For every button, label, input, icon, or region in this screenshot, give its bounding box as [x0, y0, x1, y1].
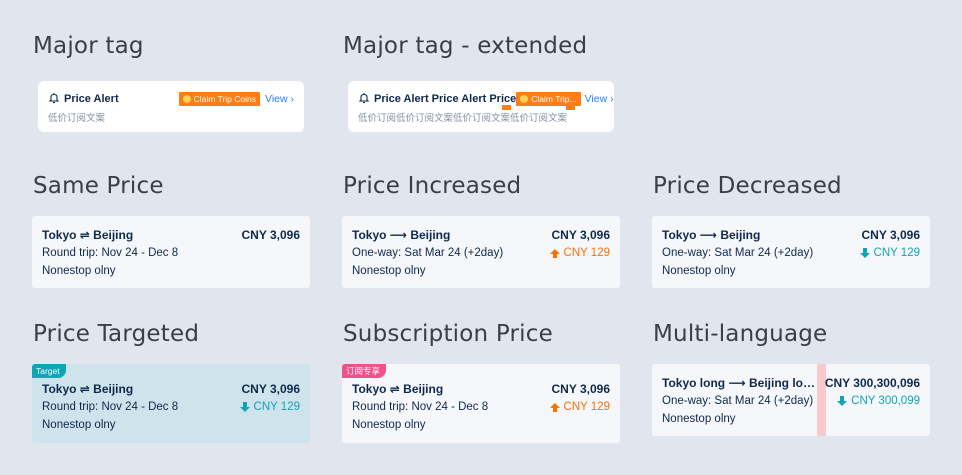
price: CNY 3,096	[241, 382, 300, 396]
price-decreased-card[interactable]: Tokyo ⟶ Beijing CNY 3,096 One-way: Sat M…	[652, 216, 930, 288]
price-targeted-card[interactable]: Target Tokyo ⇌ Beijing CNY 3,096 Round t…	[32, 364, 310, 443]
route: Tokyo long ⟶ Beijing long ...	[662, 376, 822, 390]
stop-info: Nonestop olny	[42, 265, 116, 277]
price: CNY 300,300,096	[824, 376, 920, 390]
stop-info: Nonestop olny	[662, 265, 736, 277]
view-link[interactable]: View ›	[265, 93, 294, 105]
claim-coins-label: Claim Trip...	[531, 94, 577, 104]
route: Tokyo ⇌ Beijing	[352, 382, 444, 396]
route: Tokyo ⟶ Beijing	[662, 228, 761, 242]
price-diff-value: CNY 300,099	[851, 395, 920, 407]
claim-coins-badge[interactable]: Claim Trip Coins	[178, 92, 260, 106]
chevron-right-icon: ›	[610, 93, 614, 105]
arrow-down-icon	[239, 401, 250, 412]
section-title-multi-language: Multi-language	[653, 321, 828, 347]
alert-title: Price Alert Price Alert Price	[374, 93, 517, 105]
alert-title: Price Alert	[64, 93, 119, 105]
trip-dates: One-way: Sat Mar 24 (+2day)	[352, 247, 504, 259]
coin-icon	[182, 95, 191, 103]
route: Tokyo ⟶ Beijing	[352, 228, 451, 242]
price-diff-value: CNY 129	[873, 247, 920, 259]
bell-alert-icon	[48, 92, 60, 107]
section-title-major-tag-extended: Major tag - extended	[343, 33, 588, 59]
claim-coins-badge[interactable]: Claim Trip...	[516, 92, 581, 106]
stop-info: Nonestop olny	[662, 413, 736, 425]
view-link-label: View	[265, 93, 288, 105]
claim-coins-label: Claim Trip Coins	[193, 94, 256, 104]
price: CNY 3,096	[551, 382, 610, 396]
section-title-major-tag: Major tag	[33, 33, 144, 59]
multi-language-card[interactable]: Tokyo long ⟶ Beijing long ... CNY 300,30…	[652, 364, 930, 436]
price: CNY 3,096	[241, 228, 300, 242]
price-diff-value: CNY 129	[253, 401, 300, 413]
arrow-up-icon	[549, 402, 560, 412]
price-diff: CNY 129	[549, 247, 610, 259]
view-link-label: View	[584, 93, 608, 105]
price-alert-card[interactable]: Price Alert Claim Trip Coins View › 低价订阅…	[38, 81, 304, 132]
spacing-marker	[502, 105, 511, 110]
price-diff: CNY 129	[859, 247, 920, 259]
subscription-price-card[interactable]: 订阅专享 Tokyo ⇌ Beijing CNY 3,096 Round tri…	[342, 364, 620, 443]
route: Tokyo ⇌ Beijing	[42, 228, 134, 242]
coin-icon	[520, 95, 529, 103]
alert-description: 低价订阅低价订阅文案低价订阅文案低价订阅文案	[358, 113, 568, 124]
price-diff: CNY 300,099	[837, 395, 920, 407]
trip-dates: One-way: Sat Mar 24 (+2day)	[662, 247, 814, 259]
route: Tokyo ⇌ Beijing	[42, 382, 134, 396]
price-diff: CNY 129	[549, 401, 610, 413]
arrow-down-icon	[837, 395, 848, 406]
price-diff-value: CNY 129	[563, 247, 610, 259]
section-title-price-targeted: Price Targeted	[33, 321, 200, 347]
stop-info: Nonestop olny	[42, 419, 116, 431]
section-title-subscription-price: Subscription Price	[343, 321, 553, 347]
trip-dates: Round trip: Nov 24 - Dec 8	[42, 247, 179, 259]
trip-dates: Round trip: Nov 24 - Dec 8	[42, 401, 179, 413]
arrow-up-icon	[549, 248, 560, 258]
price-increased-card[interactable]: Tokyo ⟶ Beijing CNY 3,096 One-way: Sat M…	[342, 216, 620, 288]
same-price-card[interactable]: Tokyo ⇌ Beijing CNY 3,096 Round trip: No…	[32, 216, 310, 288]
spacing-marker	[566, 105, 575, 110]
section-title-price-increased: Price Increased	[343, 173, 522, 199]
price-diff: CNY 129	[239, 401, 300, 413]
trip-dates: Round trip: Nov 24 - Dec 8	[352, 401, 489, 413]
target-tag: Target	[32, 364, 66, 378]
view-link[interactable]: View ›	[585, 93, 614, 105]
price: CNY 3,096	[861, 228, 920, 242]
price-diff-value: CNY 129	[563, 401, 610, 413]
trip-dates: One-way: Sat Mar 24 (+2day)	[662, 395, 814, 407]
bell-alert-icon	[358, 92, 370, 107]
subscription-tag: 订阅专享	[342, 364, 387, 378]
arrow-down-icon	[859, 247, 870, 258]
chevron-right-icon: ›	[290, 93, 295, 105]
stop-info: Nonestop olny	[352, 265, 426, 277]
stop-info: Nonestop olny	[352, 419, 426, 431]
section-title-price-decreased: Price Decreased	[653, 173, 842, 199]
alert-description: 低价订阅文案	[48, 113, 106, 124]
section-title-same-price: Same Price	[33, 173, 164, 199]
price: CNY 3,096	[551, 228, 610, 242]
